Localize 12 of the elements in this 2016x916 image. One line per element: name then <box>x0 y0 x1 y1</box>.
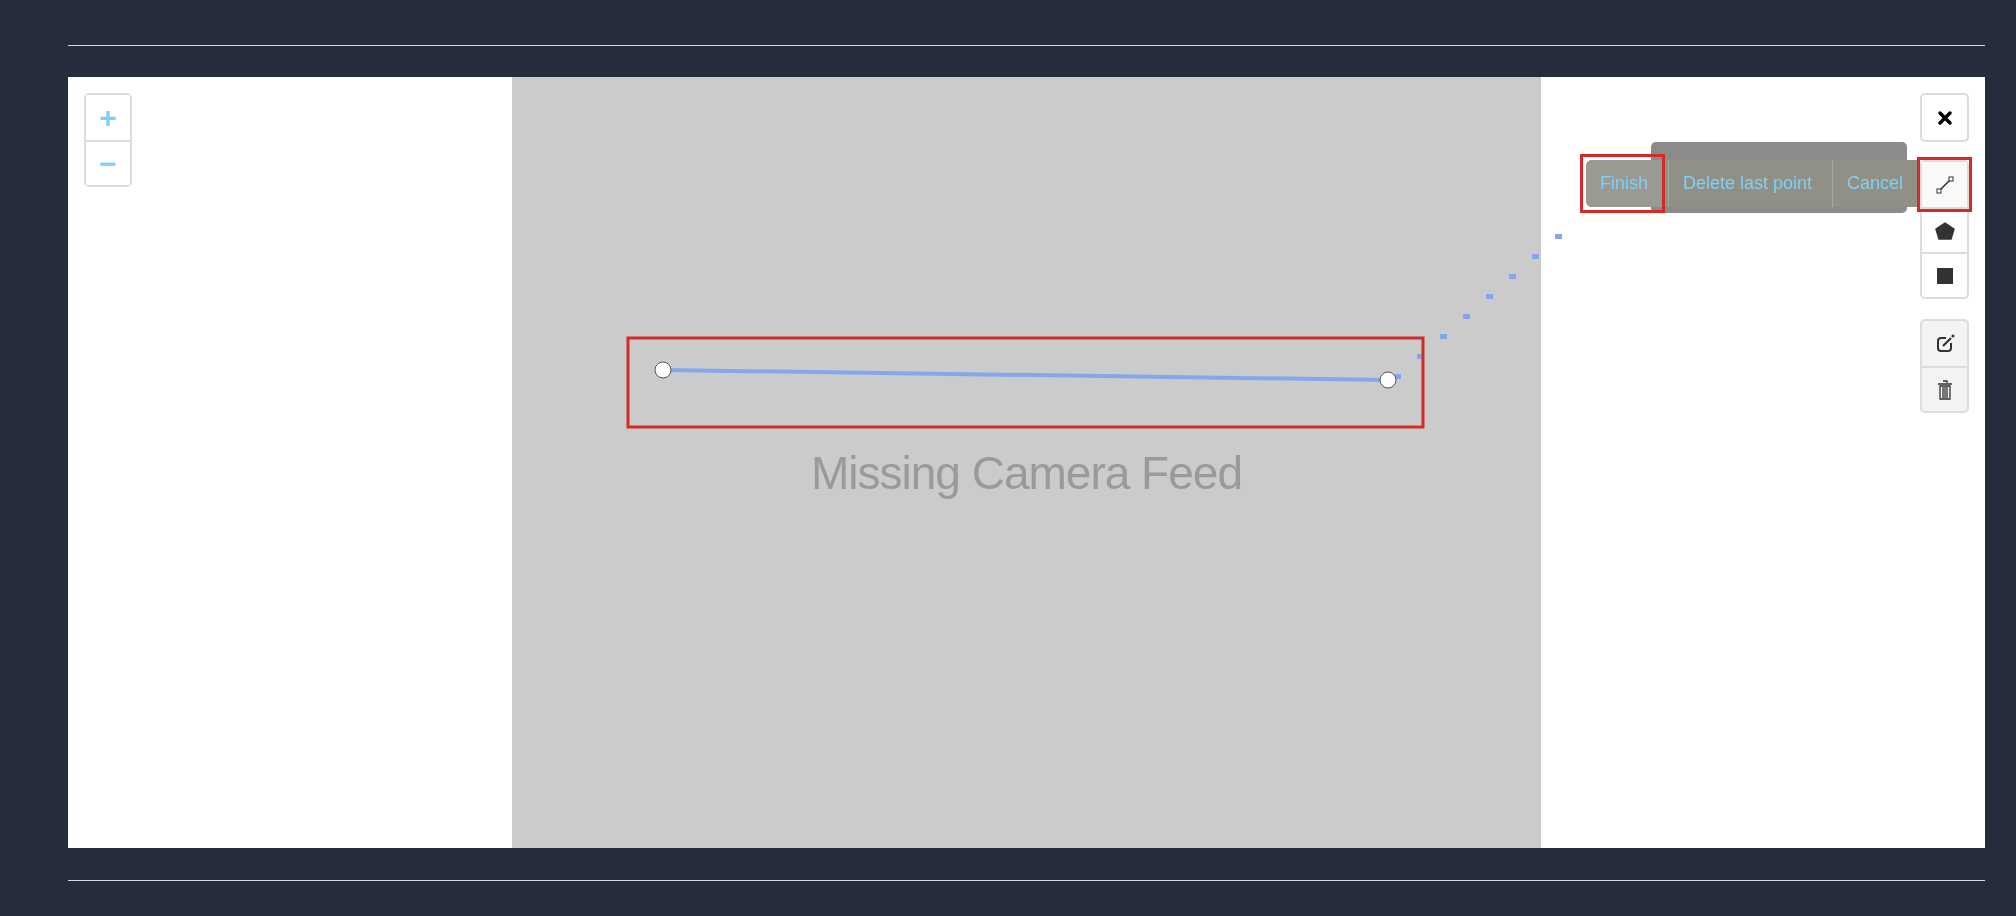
pentagon-icon <box>1934 221 1955 240</box>
zoom-out-button[interactable]: − <box>86 140 130 185</box>
square-icon <box>1936 267 1953 284</box>
close-icon <box>1936 109 1953 126</box>
line-icon <box>1934 174 1955 195</box>
action-button[interactable]: Finish <box>1585 160 1662 207</box>
edit-icon <box>1934 333 1955 354</box>
action-button[interactable]: Cancel <box>1831 160 1917 207</box>
trash-icon <box>1936 379 1953 400</box>
vertex-handle[interactable] <box>654 361 672 379</box>
action-button[interactable]: Delete last point <box>1667 160 1826 207</box>
vertex-handle[interactable] <box>1379 371 1397 389</box>
